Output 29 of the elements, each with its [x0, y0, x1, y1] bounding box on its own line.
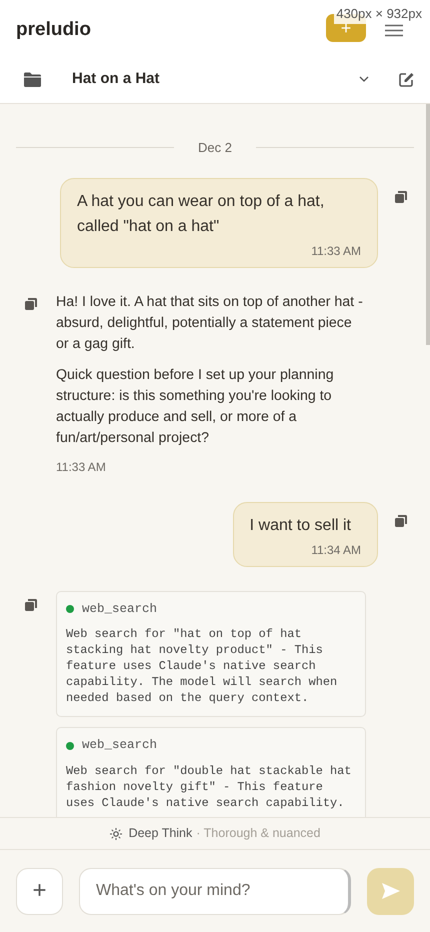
- message-text: A hat you can wear on top of a hat, called "hat on a hat": [77, 192, 326, 236]
- attach-button[interactable]: +: [16, 868, 63, 914]
- mode-description: · Thorough & nuanced: [196, 825, 320, 842]
- message-text: I want to sell it: [250, 516, 352, 536]
- edit-icon[interactable]: [399, 72, 414, 86]
- message-input[interactable]: What's on your mind?: [79, 868, 351, 914]
- message-text: Ha! I love it. A hat that sits on top of another hat - absurd, delightful, potentially a statement piece or a gag gift.: [56, 292, 364, 354]
- message-time: 11:33 AM: [56, 458, 106, 474]
- copy-icon[interactable]: [24, 296, 38, 310]
- folder-icon[interactable]: [24, 72, 41, 86]
- sparkle-icon: [110, 828, 122, 840]
- menu-icon[interactable]: [385, 24, 403, 37]
- message-text: Quick question before I set up your planning structure: is this something you're looking to actually produce and sell, or more of a fun/art/personal project?: [56, 366, 335, 448]
- tool-call-description: Web search for "double hat stackable hat fashion novelty gift" - This feature uses Claude's native search capability.: [66, 763, 352, 811]
- chevron-down-icon[interactable]: [359, 76, 369, 82]
- copy-icon[interactable]: [394, 514, 408, 528]
- date-divider: Dec 2: [198, 139, 232, 157]
- tool-name: web_search: [82, 600, 158, 618]
- copy-icon[interactable]: [24, 598, 38, 612]
- message-time: 11:33 AM: [311, 242, 361, 258]
- scrollbar-thumb[interactable]: [426, 104, 430, 345]
- project-title[interactable]: Hat on a Hat: [72, 68, 359, 90]
- message-time: 11:34 AM: [311, 542, 361, 558]
- app-logo: preludio: [16, 18, 91, 42]
- tool-call-description: Web search for "hat on top of hat stacking hat novelty product" - This feature uses Claude's native search capability. The model will search when needed based on the query context.: [66, 626, 338, 706]
- tool-name: web_search: [82, 737, 158, 754]
- mode-name[interactable]: Deep Think: [128, 824, 192, 843]
- send-icon: [382, 883, 400, 899]
- copy-icon[interactable]: [394, 190, 408, 204]
